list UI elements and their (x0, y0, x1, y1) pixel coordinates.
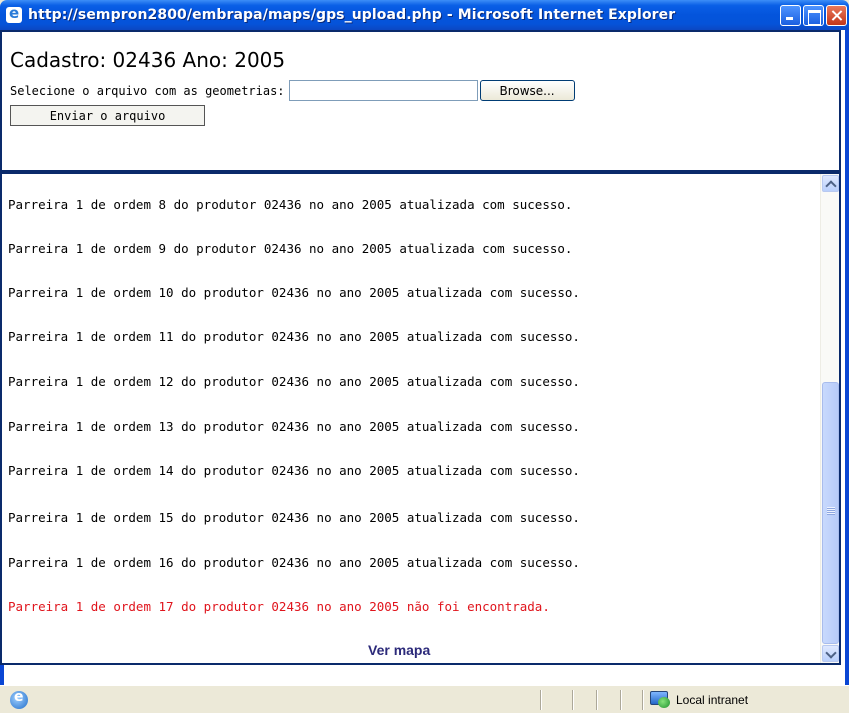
file-select-row: Selecione o arquivo com as geometrias: B… (10, 80, 575, 101)
view-map-link[interactable]: Ver mapa (368, 642, 430, 658)
vertical-scrollbar[interactable] (820, 174, 839, 663)
scroll-thumb[interactable] (822, 382, 839, 644)
scroll-up-button[interactable] (822, 175, 839, 192)
ie-page-icon (6, 4, 22, 23)
result-message: Parreira 1 de ordem 16 do produtor 02436… (8, 555, 580, 570)
result-message: Parreira 1 de ordem 10 do produtor 02436… (8, 285, 580, 300)
status-divider (540, 690, 541, 710)
status-divider (572, 690, 573, 710)
result-message: Parreira 1 de ordem 8 do produtor 02436 … (8, 197, 573, 212)
window-controls (780, 5, 847, 26)
browse-button[interactable]: Browse... (479, 80, 575, 101)
ie-page-icon (10, 689, 28, 709)
file-select-label: Selecione o arquivo com as geometrias: (10, 83, 285, 98)
result-message: Parreira 1 de ordem 12 do produtor 02436… (8, 374, 580, 389)
status-divider (642, 690, 643, 710)
result-message: Parreira 1 de ordem 13 do produtor 02436… (8, 419, 580, 434)
file-path-input[interactable] (288, 80, 478, 101)
security-zone-label: Local intranet (676, 693, 749, 707)
error-message: Parreira 1 de ordem 17 do produtor 02436… (8, 599, 550, 614)
upload-form-pane: Cadastro: 02436 Ano: 2005 Selecione o ar… (0, 30, 841, 172)
maximize-button[interactable] (803, 5, 824, 26)
local-intranet-icon (649, 690, 671, 708)
result-message: Parreira 1 de ordem 14 do produtor 02436… (8, 463, 580, 478)
page-title: Cadastro: 02436 Ano: 2005 (10, 48, 286, 72)
title-bar[interactable]: http://sempron2800/embrapa/maps/gps_uplo… (0, 0, 849, 30)
result-message: Parreira 1 de ordem 9 do produtor 02436 … (8, 241, 573, 256)
scroll-down-button[interactable] (822, 645, 839, 662)
send-file-button[interactable]: Enviar o arquivo (10, 105, 205, 126)
window-title: http://sempron2800/embrapa/maps/gps_uplo… (28, 7, 676, 23)
close-button[interactable] (826, 5, 847, 26)
result-message: Parreira 1 de ordem 15 do produtor 02436… (8, 510, 580, 525)
results-pane[interactable]: Parreira 1 de ordem 8 do produtor 02436 … (0, 172, 841, 665)
result-message: Parreira 1 de ordem 11 do produtor 02436… (8, 329, 580, 344)
status-divider (596, 690, 597, 710)
status-divider (620, 690, 621, 710)
minimize-button[interactable] (780, 5, 801, 26)
status-bar: Local intranet (0, 685, 849, 713)
